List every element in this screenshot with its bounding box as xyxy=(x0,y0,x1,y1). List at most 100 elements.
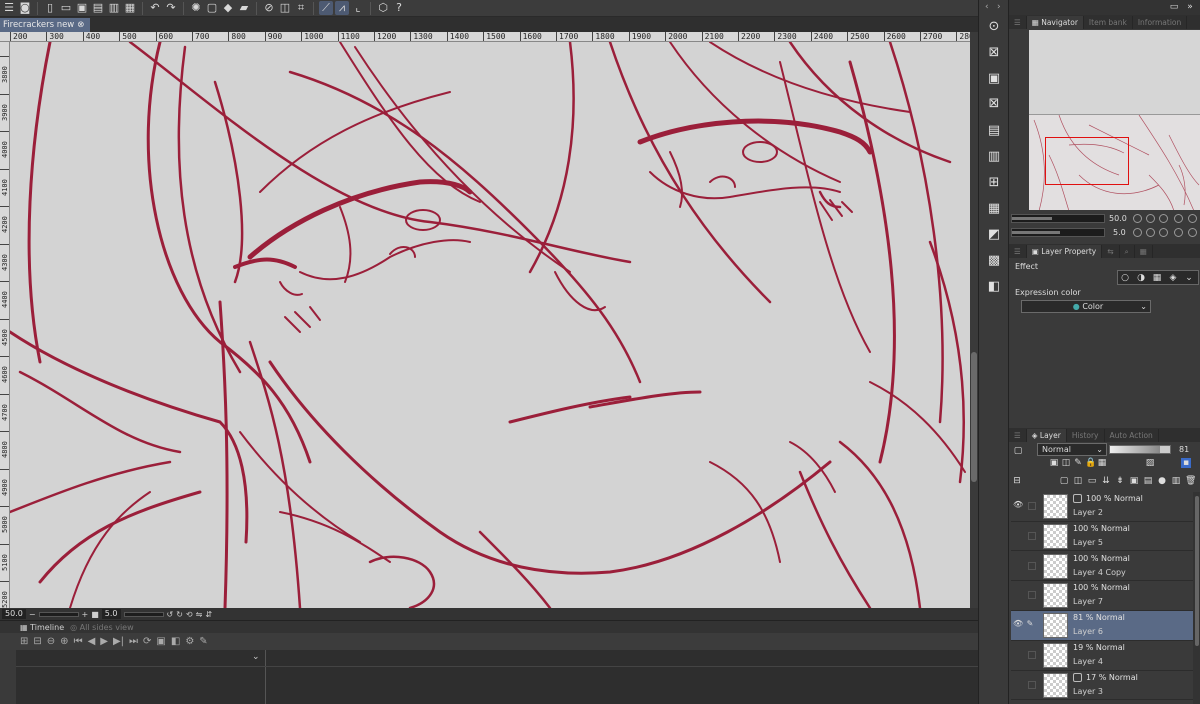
invert-selection-icon[interactable]: ◫ xyxy=(278,1,292,15)
layer-mask-icon[interactable]: ▤ xyxy=(1143,476,1153,486)
rotation-field[interactable]: 5.0 xyxy=(101,609,121,619)
combine-down-icon[interactable]: ⇟ xyxy=(1115,476,1125,486)
layer-row[interactable]: 👁 100 % Normal Layer 2 xyxy=(1011,492,1193,522)
edit-timeline-icon[interactable]: ⊟ xyxy=(33,636,41,647)
delete-icon[interactable]: ⊠ xyxy=(984,94,1004,114)
scrollbar-thumb[interactable] xyxy=(1195,496,1199,646)
fit-screen-icon[interactable] xyxy=(1159,214,1168,223)
ruler-layer-icon[interactable]: ▥ xyxy=(1171,476,1181,486)
drawing-canvas[interactable] xyxy=(10,42,970,608)
zoom-out-icon[interactable]: − xyxy=(29,610,36,619)
onion-skin-icon[interactable]: ◧ xyxy=(171,636,180,647)
prev-frame-icon[interactable]: ◀ xyxy=(88,636,96,647)
last-frame-icon[interactable]: ⏭ xyxy=(129,636,138,647)
eye-hidden-icon[interactable] xyxy=(1013,560,1023,570)
crop-icon[interactable]: ⌗ xyxy=(294,1,308,15)
grid-snap-icon[interactable]: ⌞ xyxy=(351,1,365,15)
cut-icon[interactable]: ⊠ xyxy=(984,43,1004,63)
layer-option-icon[interactable]: ▢ xyxy=(1013,446,1023,456)
new-timeline-icon[interactable]: ⊞ xyxy=(20,636,28,647)
eye-icon[interactable]: 👁 xyxy=(1013,619,1023,629)
flip-horizontal-icon[interactable]: ⇋ xyxy=(196,610,203,619)
layer-list-scrollbar[interactable] xyxy=(1193,492,1200,704)
chevron-right-icon[interactable]: › xyxy=(997,2,1001,12)
tab-layer[interactable]: ◈ Layer xyxy=(1026,429,1067,442)
menu-icon[interactable]: ☰ xyxy=(2,1,16,15)
settings-icon[interactable]: ◧ xyxy=(984,277,1004,297)
loading-icon[interactable]: ✺ xyxy=(189,1,203,15)
new-vector-layer-icon[interactable]: ◫ xyxy=(1073,476,1083,486)
export-icon[interactable]: ▥ xyxy=(107,1,121,15)
layer-row[interactable]: 100 % Normal Layer 7 xyxy=(1011,581,1193,611)
tab-history[interactable]: History xyxy=(1067,429,1105,442)
reset-rotation-icon[interactable]: ⟲ xyxy=(186,610,193,619)
navigator-zoom-slider[interactable] xyxy=(1011,214,1105,223)
redo-icon[interactable]: ↷ xyxy=(164,1,178,15)
tab-navigator[interactable]: ▦ Navigator xyxy=(1026,16,1084,29)
copy-icon[interactable]: ▣ xyxy=(984,69,1004,89)
save-icon[interactable]: ▣ xyxy=(75,1,89,15)
rotate-left-icon[interactable]: ↺ xyxy=(167,610,174,619)
draw-icon[interactable]: ✎ xyxy=(199,636,207,647)
rotate-right-icon[interactable] xyxy=(1146,228,1155,237)
reset-rotation-icon[interactable] xyxy=(1159,228,1168,237)
next-frame-icon[interactable]: ▶| xyxy=(113,636,124,647)
fill-icon[interactable]: ◆ xyxy=(221,1,235,15)
transform-icon[interactable]: ▦ xyxy=(984,199,1004,219)
deselect-icon[interactable]: ⊘ xyxy=(262,1,276,15)
rotate-left-icon[interactable] xyxy=(1133,228,1142,237)
layer-color-icon[interactable]: ◈ xyxy=(1168,273,1178,283)
zoom-field[interactable]: 50.0 xyxy=(2,609,26,619)
zoom-slider[interactable] xyxy=(38,611,79,617)
minimize-icon[interactable]: ▭ xyxy=(1169,2,1179,12)
layer-lock-toggle[interactable] xyxy=(1028,531,1036,540)
lock-icon[interactable]: 🔒 xyxy=(1085,458,1096,468)
rotation-slider[interactable] xyxy=(123,611,164,617)
layer-lock-toggle[interactable] xyxy=(1028,502,1036,510)
flip-vertical-icon[interactable]: ⇵ xyxy=(205,610,212,619)
undo-icon[interactable]: ↶ xyxy=(148,1,162,15)
close-tab-icon[interactable]: ⊗ xyxy=(77,18,84,32)
fill-selection-icon[interactable]: ▩ xyxy=(984,251,1004,271)
zoom-in-timeline-icon[interactable]: ⊕ xyxy=(60,636,68,647)
tone-effect-icon[interactable]: ◑ xyxy=(1136,273,1146,283)
cel-settings-icon[interactable]: ⚙ xyxy=(185,636,194,647)
tab-layer-property[interactable]: ▣ Layer Property xyxy=(1026,245,1103,258)
new-file-icon[interactable]: ▯ xyxy=(43,1,57,15)
paste-icon[interactable]: ▤ xyxy=(984,121,1004,141)
chevron-down-icon[interactable]: ⌄ xyxy=(1184,273,1194,283)
layer-lock-toggle[interactable] xyxy=(1028,651,1036,659)
clip-icon[interactable]: ▣ xyxy=(1049,458,1059,468)
navigator-preview[interactable] xyxy=(1029,30,1200,210)
loop-icon[interactable]: ⟳ xyxy=(143,636,151,647)
mask-icon[interactable]: ▨ xyxy=(1145,458,1155,468)
first-frame-icon[interactable]: ⏮ xyxy=(74,636,83,647)
blend-mode-select[interactable]: Normal ⌄ xyxy=(1037,443,1107,456)
selection-icon[interactable]: ⊞ xyxy=(984,173,1004,193)
flip-horizontal-icon[interactable] xyxy=(1174,228,1183,237)
fit-icon[interactable]: ■ xyxy=(91,610,99,619)
flip-vertical-icon[interactable] xyxy=(1188,228,1197,237)
layer-row[interactable]: 19 % Normal Layer 4 xyxy=(1011,641,1193,671)
actual-size-icon[interactable] xyxy=(1174,214,1183,223)
scrollbar-thumb[interactable] xyxy=(971,352,977,482)
zoom-lens-icon[interactable]: ⊙ xyxy=(984,17,1004,37)
special-ruler-snap-icon[interactable]: ⩘ xyxy=(335,1,349,15)
fit-navigator-icon[interactable] xyxy=(1188,214,1197,223)
mask-apply-icon[interactable]: ● xyxy=(1157,476,1167,486)
transfer-down-icon[interactable]: ⇊ xyxy=(1101,476,1111,486)
eye-hidden-icon[interactable] xyxy=(1013,649,1023,659)
layer-lock-toggle[interactable] xyxy=(1028,680,1036,689)
chevron-left-icon[interactable]: ‹ xyxy=(985,2,989,12)
save-as-icon[interactable]: ▤ xyxy=(91,1,105,15)
layer-row[interactable]: 17 % Normal Layer 3 xyxy=(1011,671,1193,701)
zoom-out-timeline-icon[interactable]: ⊖ xyxy=(47,636,55,647)
zoom-in-icon[interactable]: + xyxy=(82,610,89,619)
opacity-slider[interactable] xyxy=(1109,445,1171,454)
layer-panel-icon[interactable]: ⊟ xyxy=(1012,476,1022,486)
panel-menu-icon[interactable]: ☰ xyxy=(1009,16,1027,29)
flip-icon[interactable]: ◩ xyxy=(984,225,1004,245)
ruler-snap-icon[interactable]: ⟋ xyxy=(319,1,333,15)
panel-menu-icon[interactable]: ☰ xyxy=(1009,245,1027,258)
rotate-right-icon[interactable]: ↻ xyxy=(176,610,183,619)
